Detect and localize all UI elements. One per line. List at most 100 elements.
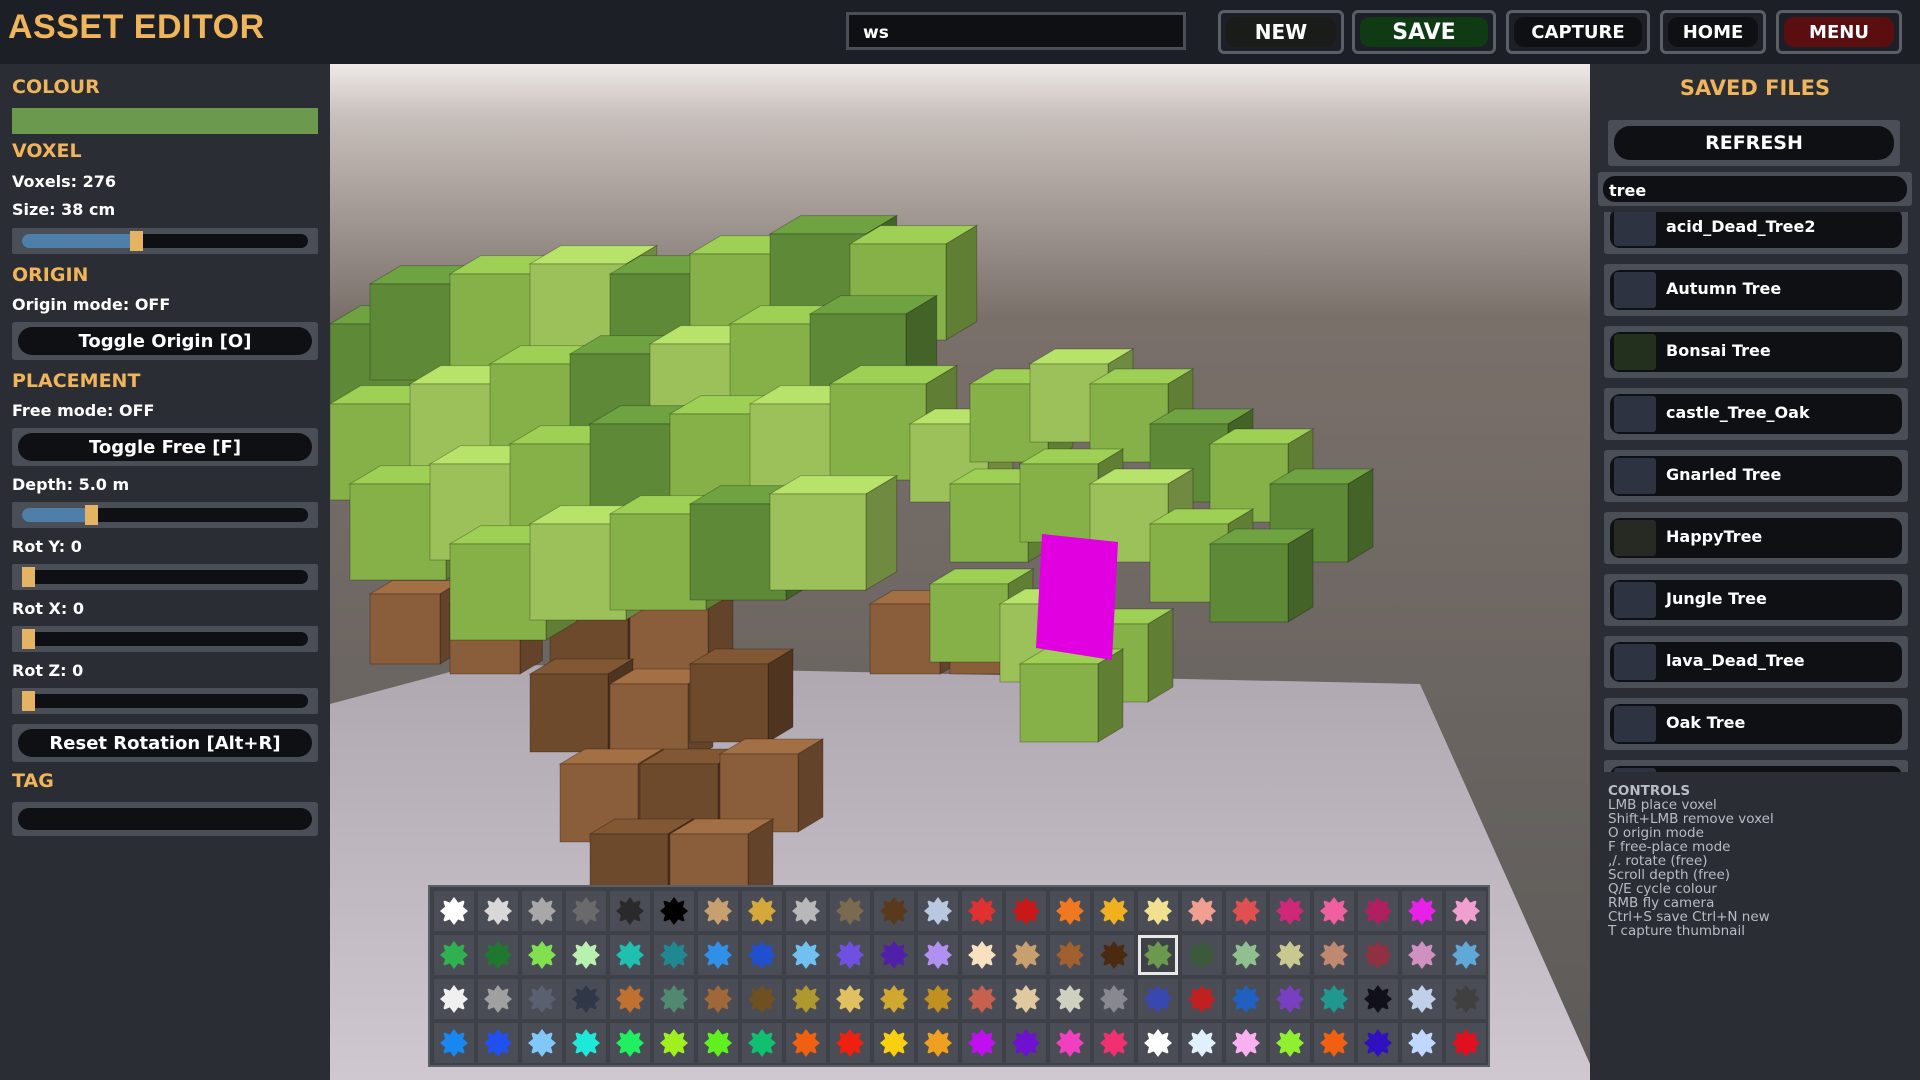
palette-swatch[interactable] — [522, 891, 562, 931]
palette-swatch[interactable] — [1270, 891, 1310, 931]
palette-swatch[interactable] — [1402, 935, 1442, 975]
toggle-free-button[interactable]: Toggle Free [F] — [12, 428, 318, 466]
palette-swatch[interactable] — [610, 935, 650, 975]
palette-swatch[interactable] — [1226, 935, 1266, 975]
palette-swatch[interactable] — [698, 1023, 738, 1063]
palette-swatch[interactable] — [742, 979, 782, 1019]
palette-swatch[interactable] — [1006, 979, 1046, 1019]
palette-swatch[interactable] — [1446, 891, 1486, 931]
palette-swatch[interactable] — [830, 979, 870, 1019]
palette-swatch[interactable] — [1270, 979, 1310, 1019]
palette-swatch[interactable] — [654, 935, 694, 975]
palette-swatch[interactable] — [1402, 891, 1442, 931]
palette-swatch[interactable] — [478, 1023, 518, 1063]
rot-x-slider[interactable] — [12, 626, 318, 652]
palette-swatch[interactable] — [742, 891, 782, 931]
palette-swatch[interactable] — [522, 935, 562, 975]
palette-swatch[interactable] — [1050, 935, 1090, 975]
palette-swatch[interactable] — [1402, 1023, 1442, 1063]
palette-swatch[interactable] — [1094, 1023, 1134, 1063]
palette-swatch[interactable] — [742, 1023, 782, 1063]
slider-handle[interactable] — [130, 231, 143, 251]
palette-swatch[interactable] — [566, 979, 606, 1019]
palette-swatch[interactable] — [1094, 979, 1134, 1019]
reset-rotation-button[interactable]: Reset Rotation [Alt+R] — [12, 724, 318, 762]
palette-swatch[interactable] — [434, 979, 474, 1019]
palette-swatch[interactable] — [434, 891, 474, 931]
palette-swatch[interactable] — [874, 935, 914, 975]
file-item[interactable]: acid_Dead_Tree2 — [1604, 212, 1908, 254]
saved-file-list[interactable]: acid_Dead_Tree2 Autumn Tree Bonsai Tree … — [1604, 212, 1908, 772]
palette-swatch[interactable] — [874, 979, 914, 1019]
file-item[interactable]: castle_Tree_Oak — [1604, 388, 1908, 440]
file-item[interactable]: Autumn Tree — [1604, 264, 1908, 316]
palette-swatch[interactable] — [1138, 979, 1178, 1019]
palette-swatch[interactable] — [1226, 1023, 1266, 1063]
palette-swatch[interactable] — [1314, 979, 1354, 1019]
palette-swatch[interactable] — [1226, 979, 1266, 1019]
palette-swatch[interactable] — [830, 1023, 870, 1063]
palette-swatch[interactable] — [522, 979, 562, 1019]
palette-swatch[interactable] — [1270, 935, 1310, 975]
palette-swatch[interactable] — [918, 1023, 958, 1063]
palette-swatch[interactable] — [566, 1023, 606, 1063]
filename-input[interactable]: ws — [846, 12, 1186, 50]
palette-swatch[interactable] — [786, 891, 826, 931]
slider-handle[interactable] — [22, 567, 35, 587]
palette-swatch[interactable] — [1182, 1023, 1222, 1063]
tag-input[interactable] — [12, 802, 318, 836]
palette-swatch[interactable] — [962, 891, 1002, 931]
voxel-size-slider[interactable] — [12, 228, 318, 254]
palette-swatch[interactable] — [610, 891, 650, 931]
palette-swatch[interactable] — [1270, 1023, 1310, 1063]
palette-swatch[interactable] — [786, 979, 826, 1019]
menu-button[interactable]: MENU — [1776, 10, 1902, 54]
palette-swatch[interactable] — [786, 935, 826, 975]
palette-swatch[interactable] — [830, 891, 870, 931]
palette-swatch[interactable] — [566, 891, 606, 931]
palette-swatch[interactable] — [1094, 935, 1134, 975]
refresh-button[interactable]: REFRESH — [1608, 120, 1900, 166]
palette-swatch[interactable] — [1050, 891, 1090, 931]
file-item[interactable]: HappyTree — [1604, 512, 1908, 564]
file-item[interactable]: Oak Tree — [1604, 698, 1908, 750]
palette-swatch[interactable] — [1402, 979, 1442, 1019]
slider-handle[interactable] — [22, 629, 35, 649]
palette-swatch[interactable] — [1358, 935, 1398, 975]
palette-swatch[interactable] — [918, 891, 958, 931]
depth-slider[interactable] — [12, 502, 318, 528]
palette-swatch[interactable] — [434, 1023, 474, 1063]
palette-swatch[interactable] — [654, 1023, 694, 1063]
palette-swatch[interactable] — [1182, 979, 1222, 1019]
palette-swatch[interactable] — [1138, 935, 1178, 975]
file-filter-input[interactable]: tree — [1598, 172, 1912, 206]
current-colour-swatch[interactable] — [12, 108, 318, 134]
palette-swatch[interactable] — [698, 979, 738, 1019]
palette-swatch[interactable] — [1358, 979, 1398, 1019]
file-item[interactable]: Gnarled Tree — [1604, 450, 1908, 502]
rot-z-slider[interactable] — [12, 688, 318, 714]
file-item[interactable]: Bonsai Tree — [1604, 326, 1908, 378]
slider-handle[interactable] — [85, 505, 98, 525]
new-button[interactable]: NEW — [1218, 10, 1344, 54]
palette-swatch[interactable] — [478, 979, 518, 1019]
palette-swatch[interactable] — [610, 979, 650, 1019]
palette-swatch[interactable] — [1050, 1023, 1090, 1063]
palette-swatch[interactable] — [478, 891, 518, 931]
palette-swatch[interactable] — [1446, 935, 1486, 975]
palette-swatch[interactable] — [1006, 891, 1046, 931]
toggle-origin-button[interactable]: Toggle Origin [O] — [12, 322, 318, 360]
palette-swatch[interactable] — [1138, 1023, 1178, 1063]
palette-swatch[interactable] — [1358, 891, 1398, 931]
file-item[interactable] — [1604, 760, 1908, 772]
slider-handle[interactable] — [22, 691, 35, 711]
palette-swatch[interactable] — [874, 891, 914, 931]
palette-swatch[interactable] — [610, 1023, 650, 1063]
palette-swatch[interactable] — [698, 935, 738, 975]
palette-swatch[interactable] — [918, 979, 958, 1019]
capture-button[interactable]: CAPTURE — [1506, 10, 1650, 54]
palette-swatch[interactable] — [962, 1023, 1002, 1063]
palette-swatch[interactable] — [478, 935, 518, 975]
palette-swatch[interactable] — [698, 891, 738, 931]
palette-swatch[interactable] — [1314, 891, 1354, 931]
